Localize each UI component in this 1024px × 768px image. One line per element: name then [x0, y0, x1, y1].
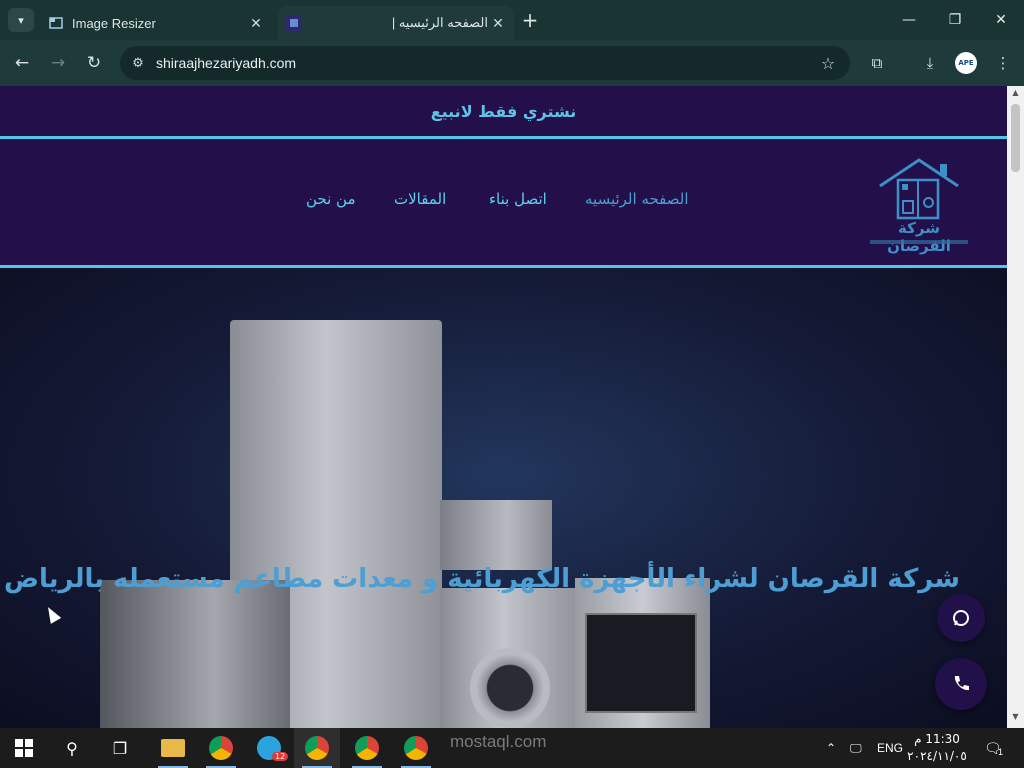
resize-icon	[49, 17, 63, 29]
logo-text: شركة القرصان	[887, 219, 951, 255]
minimize-button[interactable]: —	[886, 0, 932, 40]
site-favicon-icon	[286, 15, 302, 31]
reload-icon[interactable]: ↻	[81, 51, 107, 75]
scroll-thumb[interactable]	[1011, 104, 1020, 172]
bookmark-star-icon[interactable]: ☆	[816, 51, 840, 75]
download-icon[interactable]: ⤓	[917, 51, 943, 75]
phone-icon	[954, 676, 969, 691]
oven-door	[585, 613, 697, 713]
menu-kebab-icon[interactable]: ⋮	[990, 51, 1016, 75]
tab-home[interactable]: الصفحه الرئيسيه | ✕	[278, 6, 514, 40]
clock[interactable]: 11:30 م ٢٠٢٤/١١/٠٥	[905, 731, 969, 765]
hero-section: شركة القرصان لشراء الأجهزة الكهربائية و …	[0, 268, 1007, 728]
tab-title: الصفحه الرئيسيه |	[391, 15, 488, 30]
house-fridge-icon	[879, 158, 959, 220]
notifications-count: 1	[998, 747, 1004, 757]
watermark-text: mostaql.com	[450, 732, 547, 751]
windows-start-icon[interactable]	[2, 728, 46, 768]
nav-articles[interactable]: المقالات	[394, 190, 446, 208]
chrome-app-active[interactable]	[294, 728, 340, 768]
whatsapp-icon	[953, 610, 969, 626]
whatsapp-button[interactable]	[937, 594, 985, 642]
tab-image-resizer[interactable]: Image Resizer ✕	[40, 6, 272, 40]
logo-tagline-decor	[870, 240, 968, 244]
file-explorer-app[interactable]	[150, 728, 196, 768]
site-logo[interactable]: شركة القرصان	[868, 156, 970, 255]
scroll-up-icon[interactable]: ▲	[1007, 88, 1024, 100]
scroll-down-icon[interactable]: ▼	[1007, 712, 1024, 724]
washer-drum	[470, 648, 550, 728]
url-text[interactable]: shiraajhezariyadh.com	[156, 55, 816, 71]
profile-avatar[interactable]: APE	[955, 52, 977, 74]
nav-home[interactable]: الصفحه الرئيسيه	[585, 190, 689, 208]
chrome-app-2[interactable]	[344, 728, 390, 768]
chrome-icon	[355, 736, 379, 760]
microwave-image	[440, 500, 552, 570]
clock-time: 11:30 م	[914, 732, 960, 746]
tab-title: Image Resizer	[72, 15, 156, 31]
clock-date: ٢٠٢٤/١١/٠٥	[907, 749, 967, 763]
chrome-icon	[404, 736, 428, 760]
close-icon[interactable]: ✕	[246, 13, 266, 33]
close-icon[interactable]: ✕	[488, 13, 508, 33]
language-indicator[interactable]: ENG	[877, 728, 903, 768]
tab-search-icon[interactable]: ▾	[8, 8, 34, 32]
nav-about[interactable]: من نحن	[306, 190, 356, 208]
chrome-icon	[305, 736, 329, 760]
hero-headline: شركة القرصان لشراء الأجهزة الكهربائية و …	[4, 564, 960, 594]
search-icon[interactable]: ⚲	[50, 728, 94, 768]
chrome-app-3[interactable]	[393, 728, 439, 768]
dishwasher-image	[100, 580, 290, 728]
address-bar[interactable]: ⚙ shiraajhezariyadh.com ☆	[120, 46, 850, 80]
page-viewport: نشتري فقط لانبيع الصفحه الرئيسيه اتصل بن…	[0, 86, 1007, 728]
new-tab-button[interactable]: +	[518, 8, 542, 32]
site-info-icon[interactable]: ⚙	[128, 53, 148, 73]
extensions-icon[interactable]: ⧉	[864, 51, 890, 75]
tray-chevron-icon[interactable]: ⌃	[826, 728, 836, 768]
telegram-badge: 12	[272, 752, 289, 761]
call-button[interactable]	[935, 658, 987, 710]
announcement-text: نشتري فقط لانبيع	[430, 101, 577, 121]
folder-icon	[161, 739, 185, 757]
chrome-icon	[209, 736, 233, 760]
nav-contact[interactable]: اتصل بناء	[489, 190, 547, 208]
restore-button[interactable]: ❐	[932, 0, 978, 40]
task-view-icon[interactable]: ❐	[98, 728, 142, 768]
announcement-bar: نشتري فقط لانبيع	[0, 86, 1007, 136]
telegram-app[interactable]: 12	[246, 728, 292, 768]
forward-icon[interactable]: →	[45, 51, 71, 75]
close-window-button[interactable]: ✕	[978, 0, 1024, 40]
network-icon[interactable]: 🖵	[850, 728, 862, 768]
scrollbar[interactable]: ▲ ▼	[1007, 86, 1024, 728]
back-icon[interactable]: ←	[9, 51, 35, 75]
chrome-app-1[interactable]	[198, 728, 244, 768]
